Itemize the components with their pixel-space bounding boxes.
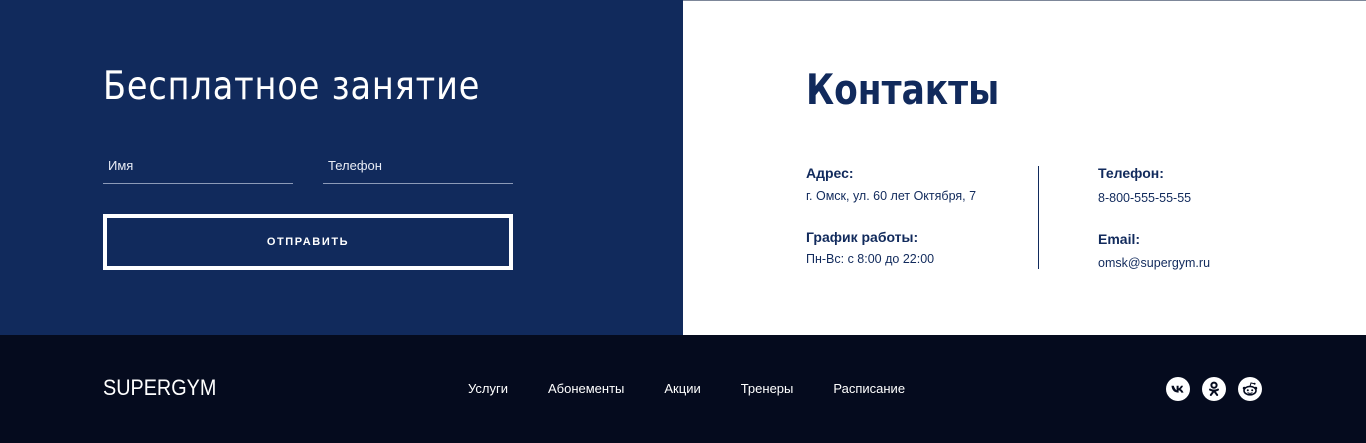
free-lesson-title: Бесплатное занятие	[103, 64, 481, 109]
submit-button[interactable]: ОТПРАВИТЬ	[103, 214, 513, 270]
nav-link-services[interactable]: Услуги	[468, 381, 508, 396]
hours-value: Пн-Вс: с 8:00 до 22:00	[806, 252, 935, 266]
nav-link-schedule[interactable]: Расписание	[833, 381, 905, 396]
nav-link-memberships[interactable]: Абонементы	[548, 381, 624, 396]
contacts-divider	[1038, 166, 1039, 269]
social-links	[1166, 377, 1262, 401]
vk-icon[interactable]	[1166, 377, 1190, 401]
nav-link-trainers[interactable]: Тренеры	[741, 381, 794, 396]
hours-label: График работы:	[806, 229, 919, 245]
email-value[interactable]: omsk@supergym.ru	[1098, 256, 1210, 270]
phone-value[interactable]: 8-800-555-55-55	[1098, 191, 1191, 205]
address-label: Адрес:	[806, 165, 854, 181]
nav-link-promotions[interactable]: Акции	[664, 381, 700, 396]
phone-label: Телефон:	[1098, 165, 1164, 181]
footer: SUPERGYM Услуги Абонементы Акции Тренеры…	[0, 335, 1366, 443]
reddit-icon[interactable]	[1238, 377, 1262, 401]
logo[interactable]: SUPERGYM	[103, 375, 216, 401]
free-lesson-section: Бесплатное занятие ОТПРАВИТЬ	[0, 0, 683, 335]
phone-field-wrapper	[323, 154, 513, 184]
contacts-title: Контакты	[806, 65, 1000, 114]
phone-input[interactable]	[323, 154, 513, 183]
name-input[interactable]	[103, 154, 293, 183]
contacts-section: Контакты Адрес: г. Омск, ул. 60 лет Октя…	[683, 0, 1366, 335]
name-field-wrapper	[103, 154, 293, 184]
email-label: Email:	[1098, 231, 1141, 247]
address-value: г. Омск, ул. 60 лет Октября, 7	[806, 189, 977, 203]
odnoklassniki-icon[interactable]	[1202, 377, 1226, 401]
footer-nav: Услуги Абонементы Акции Тренеры Расписан…	[468, 381, 905, 396]
